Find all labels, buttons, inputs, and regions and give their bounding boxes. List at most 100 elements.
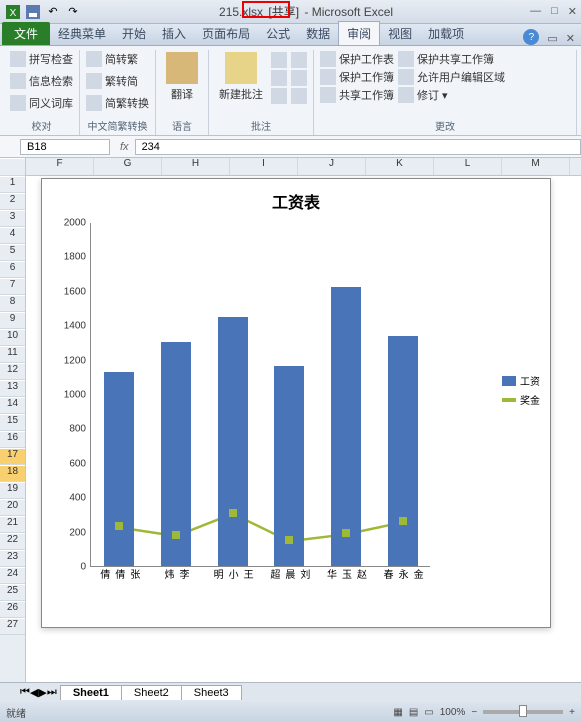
delete-comment-icon[interactable] [271,52,287,68]
prev-comment-icon[interactable] [271,70,287,86]
row-header[interactable]: 11 [0,346,25,363]
row-header[interactable]: 24 [0,567,25,584]
sheet-tab[interactable]: Sheet2 [121,685,182,700]
row-header[interactable]: 8 [0,295,25,312]
row-header[interactable]: 17 [0,448,25,465]
row-header[interactable]: 10 [0,329,25,346]
tab-nav-next[interactable]: ▶ [38,686,46,699]
row-header[interactable]: 12 [0,363,25,380]
conv-button[interactable]: 简繁转换 [86,94,149,112]
row-header[interactable]: 18 [0,465,25,482]
zoom-level[interactable]: 100% [440,707,466,718]
research-button[interactable]: 信息检索 [10,72,73,90]
legend-swatch-icon [502,398,516,402]
row-header[interactable]: 15 [0,414,25,431]
group-proofing: 拼写检查 信息检索 同义词库 校对 [4,50,80,135]
row-header[interactable]: 27 [0,618,25,635]
row-header[interactable]: 20 [0,499,25,516]
sheet-tab[interactable]: Sheet1 [60,685,122,700]
maximize-button[interactable]: □ [551,5,558,18]
track-button[interactable]: 修订 ▾ [398,86,505,104]
col-header[interactable]: I [230,158,298,175]
zoom-thumb[interactable] [519,705,527,717]
ribbon-minimize-icon[interactable]: ▭ [547,32,557,45]
show-ink-icon[interactable] [291,88,307,104]
tab-insert[interactable]: 插入 [154,22,194,45]
col-header[interactable]: L [434,158,502,175]
tab-classic[interactable]: 经典菜单 [50,22,114,45]
view-normal-icon[interactable]: ▦ [393,707,402,718]
formula-bar: B18 fx 234 [0,136,581,158]
col-header[interactable]: G [94,158,162,175]
row-header[interactable]: 21 [0,516,25,533]
tab-addins[interactable]: 加载项 [420,22,472,45]
tab-review[interactable]: 审阅 [338,21,380,45]
show-comment-icon[interactable] [291,52,307,68]
col-header[interactable]: H [162,158,230,175]
tab-nav-last[interactable]: ⏭ [47,686,57,699]
tab-data[interactable]: 数据 [298,22,338,45]
col-header[interactable]: J [298,158,366,175]
share-book-button[interactable]: 共享工作簿 [320,86,394,104]
show-all-icon[interactable] [291,70,307,86]
col-header[interactable]: F [26,158,94,175]
row-header[interactable]: 25 [0,584,25,601]
undo-icon[interactable]: ↶ [44,3,62,21]
protect-sheet-button[interactable]: 保护工作表 [320,50,394,68]
sheet-tab[interactable]: Sheet3 [181,685,242,700]
protect-book-button[interactable]: 保护工作簿 [320,68,394,86]
tab-layout[interactable]: 页面布局 [194,22,258,45]
minimize-button[interactable]: — [530,5,541,18]
t2s-button[interactable]: 繁转简 [86,72,149,90]
col-header[interactable]: M [502,158,570,175]
new-comment-button[interactable]: 新建批注 [215,50,267,116]
row-header[interactable]: 2 [0,193,25,210]
translate-button[interactable]: 翻译 [162,50,202,116]
fx-icon[interactable]: fx [114,141,135,153]
row-header[interactable]: 16 [0,431,25,448]
row-header[interactable]: 6 [0,261,25,278]
allow-edit-button[interactable]: 允许用户编辑区域 [398,68,505,86]
row-header[interactable]: 7 [0,278,25,295]
row-header[interactable]: 1 [0,176,25,193]
spell-check-button[interactable]: 拼写检查 [10,50,73,68]
formula-input[interactable]: 234 [135,139,581,155]
cells[interactable]: 工资表 020040060080010001200140016001800200… [26,176,581,682]
tab-nav-prev[interactable]: ◀ [30,686,38,699]
row-header[interactable]: 13 [0,380,25,397]
chart-object[interactable]: 工资表 020040060080010001200140016001800200… [41,178,551,628]
chart-title: 工资表 [42,179,550,219]
tab-home[interactable]: 开始 [114,22,154,45]
tab-file[interactable]: 文件 [2,22,50,45]
row-header[interactable]: 22 [0,533,25,550]
zoom-slider[interactable] [483,710,563,714]
row-header[interactable]: 26 [0,601,25,618]
view-layout-icon[interactable]: ▤ [409,707,418,718]
name-box[interactable]: B18 [20,139,110,155]
doc-close-icon[interactable]: ✕ [566,32,575,45]
tab-nav-first[interactable]: ⏮ [20,686,30,699]
tab-formula[interactable]: 公式 [258,22,298,45]
tab-view[interactable]: 视图 [380,22,420,45]
s2t-button[interactable]: 简转繁 [86,50,149,68]
select-all-corner[interactable] [0,158,25,176]
zoom-in-button[interactable]: + [569,707,575,718]
close-button[interactable]: ✕ [568,5,577,18]
row-header[interactable]: 14 [0,397,25,414]
y-tick: 400 [69,493,86,504]
protect-share-button[interactable]: 保护共享工作簿 [398,50,505,68]
row-header[interactable]: 3 [0,210,25,227]
redo-icon[interactable]: ↷ [64,3,82,21]
row-header[interactable]: 4 [0,227,25,244]
next-comment-icon[interactable] [271,88,287,104]
zoom-out-button[interactable]: − [471,707,477,718]
row-header[interactable]: 19 [0,482,25,499]
thesaurus-button[interactable]: 同义词库 [10,94,73,112]
row-header[interactable]: 5 [0,244,25,261]
help-icon[interactable]: ? [523,29,539,45]
row-header[interactable]: 9 [0,312,25,329]
save-icon[interactable] [24,3,42,21]
view-break-icon[interactable]: ▭ [424,707,433,718]
col-header[interactable]: K [366,158,434,175]
row-header[interactable]: 23 [0,550,25,567]
